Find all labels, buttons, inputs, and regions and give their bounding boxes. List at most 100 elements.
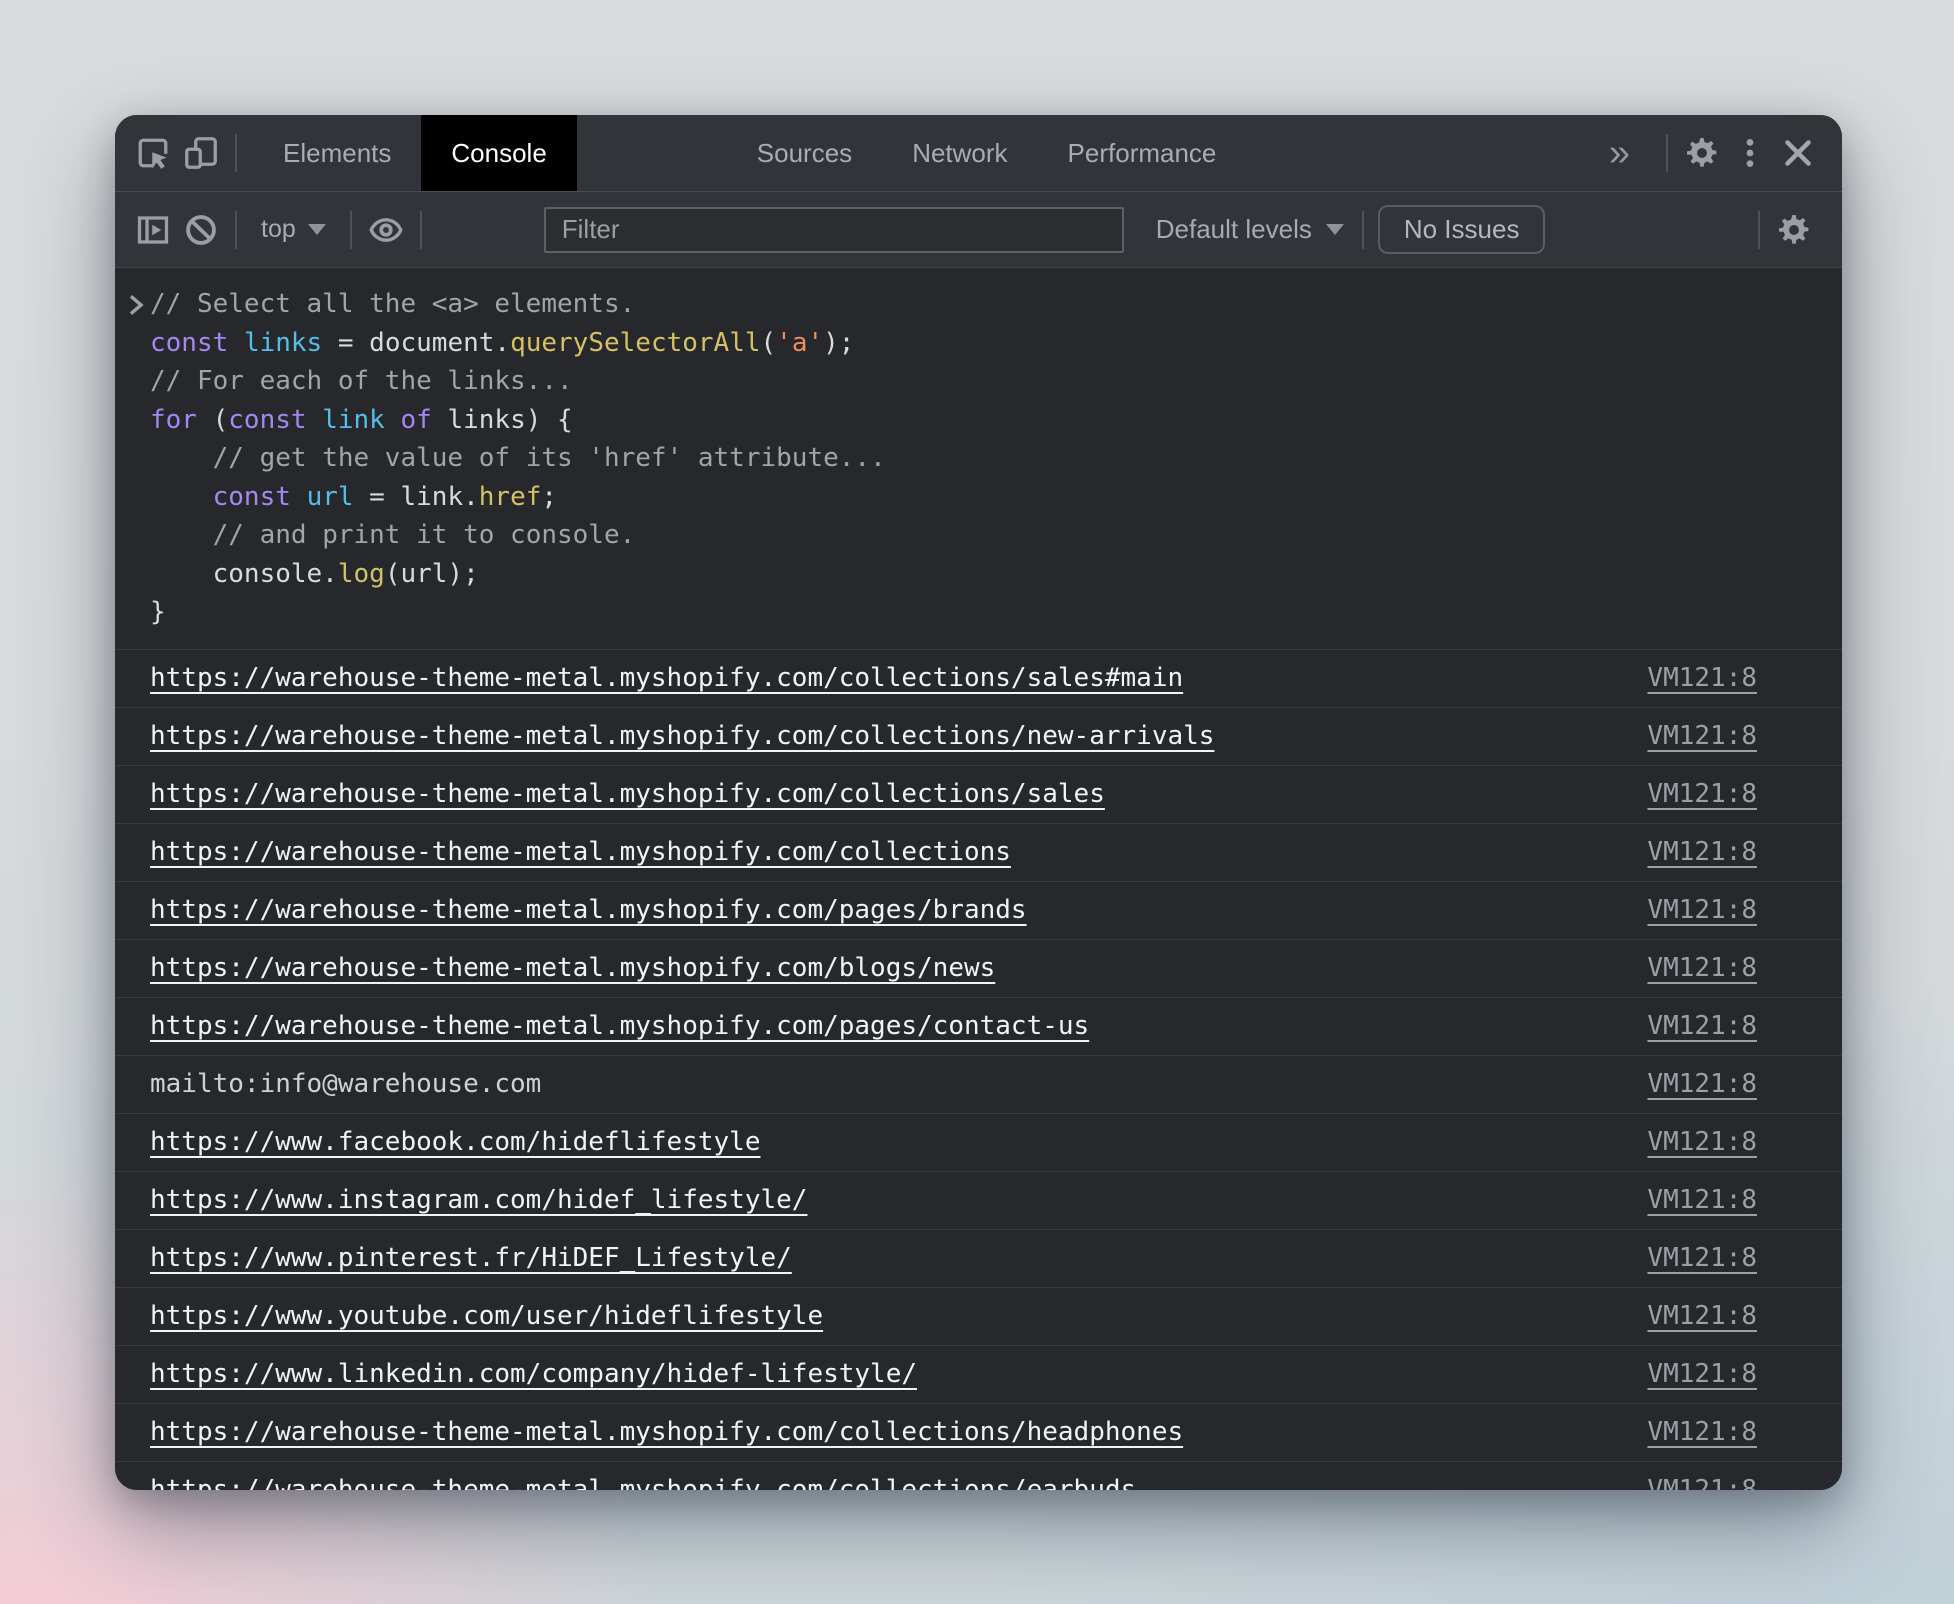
log-levels-dropdown[interactable]: Default levels <box>1148 214 1352 245</box>
console-log-entry: https://warehouse-theme-metal.myshopify.… <box>115 824 1842 882</box>
logged-url-link[interactable]: https://www.facebook.com/hideflifestyle <box>150 1127 760 1157</box>
source-location-link[interactable]: VM121:8 <box>1647 663 1757 693</box>
code-line: } <box>150 593 1822 632</box>
logged-url-link[interactable]: https://warehouse-theme-metal.myshopify.… <box>150 663 1183 693</box>
tab-elements[interactable]: Elements <box>253 115 421 191</box>
console-output: // Select all the <a> elements.const lin… <box>115 268 1842 1490</box>
console-prompt-icon <box>127 292 145 322</box>
console-log-entry: https://warehouse-theme-metal.myshopify.… <box>115 1462 1842 1491</box>
more-options-button[interactable] <box>1726 136 1774 170</box>
code-token-plain <box>307 405 323 435</box>
eye-icon <box>367 213 405 247</box>
code-token-string: 'a' <box>776 328 823 358</box>
code-token-function: log <box>338 559 385 589</box>
logged-url-link[interactable]: https://warehouse-theme-metal.myshopify.… <box>150 895 1027 925</box>
logged-url-link[interactable]: https://www.instagram.com/hidef_lifestyl… <box>150 1185 807 1215</box>
code-token-plain <box>291 482 307 512</box>
console-entries: https://warehouse-theme-metal.myshopify.… <box>115 650 1842 1491</box>
console-sidebar-toggle-button[interactable] <box>129 212 177 248</box>
code-token-plain <box>150 443 213 473</box>
source-location-link[interactable]: VM121:8 <box>1647 953 1757 983</box>
console-filter-input[interactable] <box>544 207 1124 253</box>
source-location-link[interactable]: VM121:8 <box>1647 1243 1757 1273</box>
logged-url-link[interactable]: https://warehouse-theme-metal.myshopify.… <box>150 1417 1183 1447</box>
code-token-plain <box>228 328 244 358</box>
close-icon <box>1780 135 1816 171</box>
console-log-entry: https://www.instagram.com/hidef_lifestyl… <box>115 1172 1842 1230</box>
source-location-link[interactable]: VM121:8 <box>1647 779 1757 809</box>
logged-url-link[interactable]: https://warehouse-theme-metal.myshopify.… <box>150 721 1214 751</box>
source-location-link[interactable]: VM121:8 <box>1647 895 1757 925</box>
code-token-plain <box>150 520 213 550</box>
code-token-variable: link <box>322 405 385 435</box>
gear-icon <box>1776 212 1812 248</box>
logged-url-link[interactable]: https://www.youtube.com/user/hideflifest… <box>150 1301 823 1331</box>
javascript-context-selector[interactable]: top <box>247 215 340 244</box>
code-token-plain: ( <box>761 328 777 358</box>
code-token-function: href <box>479 482 542 512</box>
inspect-element-button[interactable] <box>129 115 177 191</box>
logged-url-link[interactable]: https://warehouse-theme-metal.myshopify.… <box>150 953 995 983</box>
sidebar-panel-icon <box>135 212 171 248</box>
console-log-entry: https://www.youtube.com/user/hideflifest… <box>115 1288 1842 1346</box>
device-toolbar-button[interactable] <box>177 115 225 191</box>
panel-tabs: ElementsConsole SourcesNetworkPerformance <box>253 115 1246 191</box>
source-location-link[interactable]: VM121:8 <box>1647 1359 1757 1389</box>
inspect-cursor-icon <box>135 135 171 171</box>
source-location-link[interactable]: VM121:8 <box>1647 1011 1757 1041</box>
divider <box>1758 211 1760 249</box>
logged-url-link[interactable]: https://warehouse-theme-metal.myshopify.… <box>150 837 1011 867</box>
logged-url-link[interactable]: https://www.linkedin.com/company/hidef-l… <box>150 1359 917 1389</box>
source-location-link[interactable]: VM121:8 <box>1647 837 1757 867</box>
source-location-link[interactable]: VM121:8 <box>1647 1185 1757 1215</box>
console-settings-button[interactable] <box>1770 212 1818 248</box>
divider <box>235 211 237 249</box>
source-location-link[interactable]: VM121:8 <box>1647 721 1757 751</box>
tab-network[interactable]: Network <box>882 115 1037 191</box>
more-tabs-button[interactable]: » <box>1583 115 1656 191</box>
create-live-expression-button[interactable] <box>362 213 410 247</box>
code-line: // For each of the links... <box>150 362 1822 401</box>
code-token-plain: ; <box>541 482 557 512</box>
logged-url-link[interactable]: https://warehouse-theme-metal.myshopify.… <box>150 1475 1136 1490</box>
code-line: const url = link.href; <box>150 478 1822 517</box>
console-log-entry: https://warehouse-theme-metal.myshopify.… <box>115 650 1842 708</box>
logged-url-link[interactable]: https://warehouse-theme-metal.myshopify.… <box>150 1011 1089 1041</box>
code-token-plain: (url); <box>385 559 479 589</box>
logged-url-link[interactable]: https://www.pinterest.fr/HiDEF_Lifestyle… <box>150 1243 792 1273</box>
source-location-link[interactable]: VM121:8 <box>1647 1417 1757 1447</box>
tab-console[interactable]: Console <box>421 115 576 191</box>
tab-sources[interactable]: Sources <box>727 115 882 191</box>
devtools-settings-button[interactable] <box>1678 135 1726 171</box>
close-devtools-button[interactable] <box>1774 135 1822 171</box>
code-token-variable: links <box>244 328 322 358</box>
issues-counter-button[interactable]: No Issues <box>1378 205 1546 254</box>
block-icon <box>183 212 219 248</box>
source-location-link[interactable]: VM121:8 <box>1647 1475 1757 1490</box>
divider <box>350 211 352 249</box>
code-token-plain: = document. <box>322 328 510 358</box>
console-log-entry: mailto:info@warehouse.comVM121:8 <box>115 1056 1842 1114</box>
code-token-plain <box>385 405 401 435</box>
code-line: console.log(url); <box>150 555 1822 594</box>
console-log-entry: https://www.pinterest.fr/HiDEF_Lifestyle… <box>115 1230 1842 1288</box>
logged-url-link[interactable]: https://warehouse-theme-metal.myshopify.… <box>150 779 1105 809</box>
source-location-link[interactable]: VM121:8 <box>1647 1127 1757 1157</box>
code-token-plain: ( <box>197 405 228 435</box>
source-location-link[interactable]: VM121:8 <box>1647 1069 1757 1099</box>
code-token-plain: ); <box>823 328 854 358</box>
code-token-keyword: const <box>213 482 291 512</box>
context-label: top <box>261 215 296 244</box>
devtools-tabbar: ElementsConsole SourcesNetworkPerformance… <box>115 115 1842 192</box>
chevron-down-icon <box>308 224 326 235</box>
code-token-function: querySelectorAll <box>510 328 760 358</box>
kebab-menu-icon <box>1733 136 1767 170</box>
clear-console-button[interactable] <box>177 212 225 248</box>
console-log-entry: https://warehouse-theme-metal.myshopify.… <box>115 882 1842 940</box>
code-line: // get the value of its 'href' attribute… <box>150 439 1822 478</box>
tab-performance[interactable]: Performance <box>1038 115 1247 191</box>
console-log-entry: https://warehouse-theme-metal.myshopify.… <box>115 998 1842 1056</box>
code-line: for (const link of links) { <box>150 401 1822 440</box>
console-log-entry: https://www.linkedin.com/company/hidef-l… <box>115 1346 1842 1404</box>
source-location-link[interactable]: VM121:8 <box>1647 1301 1757 1331</box>
